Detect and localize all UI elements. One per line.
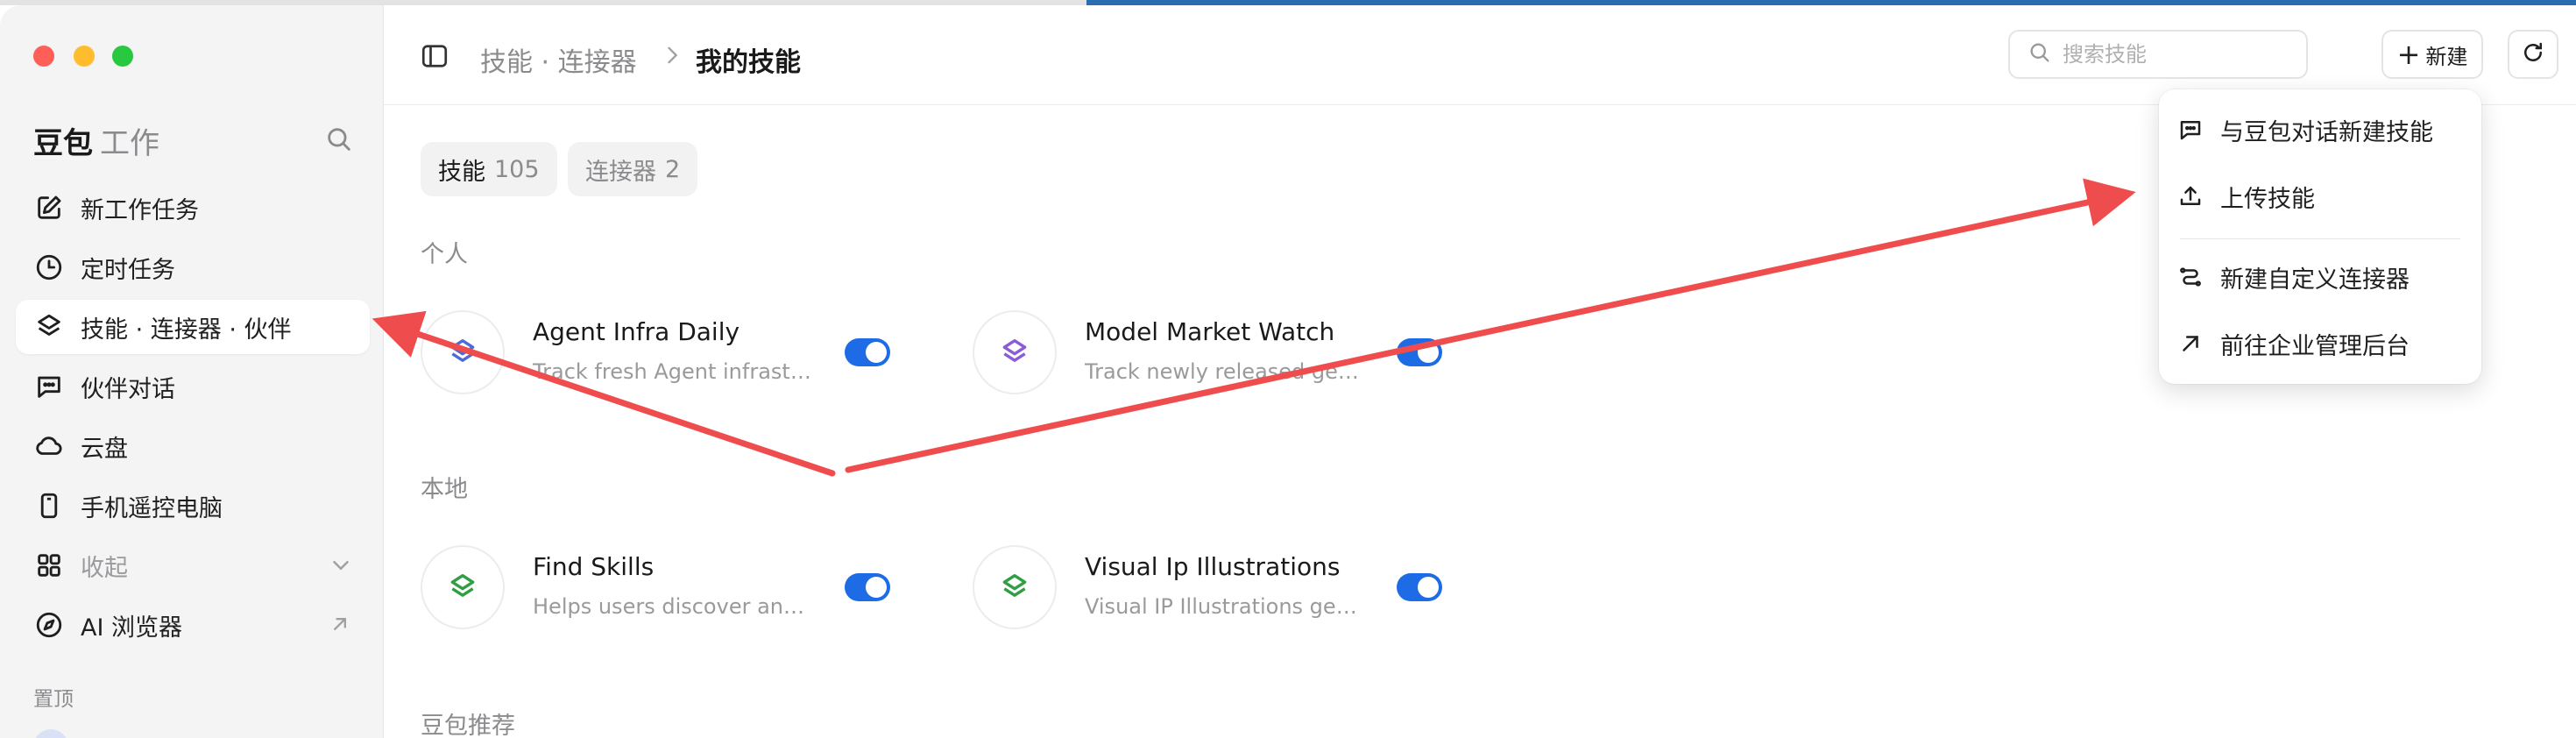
refresh-icon	[2520, 39, 2546, 69]
sidebar-item-label: 新工作任务	[81, 196, 199, 224]
skill-title: Agent Infra Daily	[533, 317, 740, 346]
chat-icon	[2176, 116, 2204, 144]
upload-icon	[2176, 182, 2204, 210]
menu-item-chat-create-skill[interactable]: 与豆包对话新建技能	[2176, 102, 2464, 158]
chevron-right-icon	[660, 42, 684, 68]
sidebar-item-label: 伙伴对话	[81, 375, 175, 403]
skill-card[interactable]: Visual Ip Illustrations Visual IP Illust…	[973, 545, 1463, 633]
sidebar-item-collapse[interactable]: 收起	[16, 538, 370, 593]
tab-skills[interactable]: 技能 105	[421, 142, 557, 196]
search-field[interactable]	[2008, 30, 2308, 79]
skill-description: Track fresh Agent infrastru...	[533, 359, 813, 384]
skill-description: Visual IP Illustrations gene...	[1085, 594, 1365, 619]
menu-item-label: 新建自定义连接器	[2220, 266, 2410, 294]
tab-label: 技能	[438, 158, 485, 186]
phone-icon	[33, 490, 65, 522]
menu-item-enterprise-admin[interactable]: 前往企业管理后台	[2176, 316, 2464, 372]
external-link-icon	[328, 612, 354, 638]
menu-item-upload-skill[interactable]: 上传技能	[2176, 168, 2464, 224]
group-title-personal: 个人	[421, 241, 468, 268]
skill-toggle[interactable]	[1397, 338, 1442, 366]
menu-item-new-connector[interactable]: 新建自定义连接器	[2176, 249, 2464, 305]
new-dropdown-menu: 与豆包对话新建技能 上传技能 新建自定义连接器 前往企业管理后台	[2159, 89, 2481, 384]
sidebar-item-new-task[interactable]: 新工作任务	[16, 181, 370, 235]
skill-description: Track newly released gene...	[1085, 359, 1365, 384]
chat-bubble-icon	[33, 371, 65, 402]
breadcrumb-parent[interactable]: 技能 · 连接器	[480, 40, 637, 79]
new-button-label: 新建	[2425, 44, 2468, 69]
chevron-down-icon	[328, 552, 354, 578]
skill-card[interactable]: Find Skills Helps users discover and i..…	[421, 545, 911, 633]
refresh-button[interactable]	[2508, 30, 2558, 79]
menu-item-label: 前往企业管理后台	[2220, 332, 2410, 360]
clock-icon	[33, 252, 65, 283]
app-window: 豆包 工作 新工作任务 定时任务 技能 · 连接器 · 伙伴 伙伴对话 云盘 手机…	[0, 5, 2576, 738]
sidebar-item-label: 收起	[81, 554, 128, 582]
zoom-window-button[interactable]	[112, 46, 133, 67]
sidebar-item-label: 技能 · 连接器 · 伙伴	[81, 316, 292, 344]
sidebar-item-label: 定时任务	[81, 256, 175, 284]
layers-icon	[33, 311, 65, 343]
skill-title: Find Skills	[533, 552, 655, 581]
sidebar-item-skills[interactable]: 技能 · 连接器 · 伙伴	[16, 300, 370, 354]
group-title-local: 本地	[421, 476, 468, 503]
menu-item-label: 与豆包对话新建技能	[2220, 118, 2433, 146]
brand-name: 豆包	[33, 126, 93, 161]
pinned-section-label: 置顶	[33, 688, 74, 711]
sidebar-item-partner-chat[interactable]: 伙伴对话	[16, 359, 370, 414]
minimize-window-button[interactable]	[74, 46, 95, 67]
skill-title: Model Market Watch	[1085, 317, 1335, 346]
sidebar-item-label: AI 浏览器	[81, 614, 183, 642]
tab-connectors[interactable]: 连接器 2	[568, 142, 698, 196]
brand-sub: 工作	[100, 126, 159, 161]
skill-card[interactable]: Model Market Watch Track newly released …	[973, 310, 1463, 398]
menu-divider	[2180, 238, 2460, 239]
search-input[interactable]	[2063, 42, 2299, 67]
sidebar: 豆包 工作 新工作任务 定时任务 技能 · 连接器 · 伙伴 伙伴对话 云盘 手机…	[0, 5, 384, 738]
sidebar-item-ai-browser[interactable]: AI 浏览器	[16, 598, 370, 652]
skill-title: Visual Ip Illustrations	[1085, 552, 1341, 581]
sidebar-item-scheduled[interactable]: 定时任务	[16, 240, 370, 294]
sidebar-item-phone-remote[interactable]: 手机遥控电脑	[16, 479, 370, 533]
compass-icon	[33, 609, 65, 641]
layers-icon	[973, 310, 1057, 394]
sidebar-item-cloud[interactable]: 云盘	[16, 419, 370, 473]
skill-description: Helps users discover and i...	[533, 594, 813, 619]
sidebar-toggle-icon[interactable]	[419, 40, 450, 72]
layers-icon	[421, 545, 505, 629]
group-title-recommended: 豆包推荐	[421, 713, 515, 738]
sidebar-item-label: 手机遥控电脑	[81, 494, 223, 522]
grid-icon	[33, 550, 65, 581]
plus-icon: +	[2396, 38, 2421, 71]
tab-count: 105	[494, 155, 540, 183]
search-icon[interactable]	[324, 124, 356, 156]
close-window-button[interactable]	[33, 46, 54, 67]
layers-icon	[973, 545, 1057, 629]
page-title: 我的技能	[696, 47, 801, 78]
connector-icon	[2176, 263, 2204, 291]
skill-toggle[interactable]	[1397, 573, 1442, 601]
app-brand: 豆包 工作	[33, 119, 159, 162]
arrow-up-right-icon	[2176, 330, 2204, 358]
skill-card[interactable]: Agent Infra Daily Track fresh Agent infr…	[421, 310, 911, 398]
skill-toggle[interactable]	[845, 338, 890, 366]
search-icon	[2028, 40, 2052, 68]
new-button[interactable]: + 新建	[2381, 30, 2483, 79]
edit-icon	[33, 192, 65, 224]
skill-toggle[interactable]	[845, 573, 890, 601]
layers-icon	[421, 310, 505, 394]
tab-count: 2	[665, 155, 681, 183]
cloud-icon	[33, 430, 65, 462]
tab-label: 连接器	[585, 158, 656, 186]
avatar[interactable]	[33, 729, 68, 738]
sidebar-item-label: 云盘	[81, 435, 128, 463]
menu-item-label: 上传技能	[2220, 185, 2315, 213]
